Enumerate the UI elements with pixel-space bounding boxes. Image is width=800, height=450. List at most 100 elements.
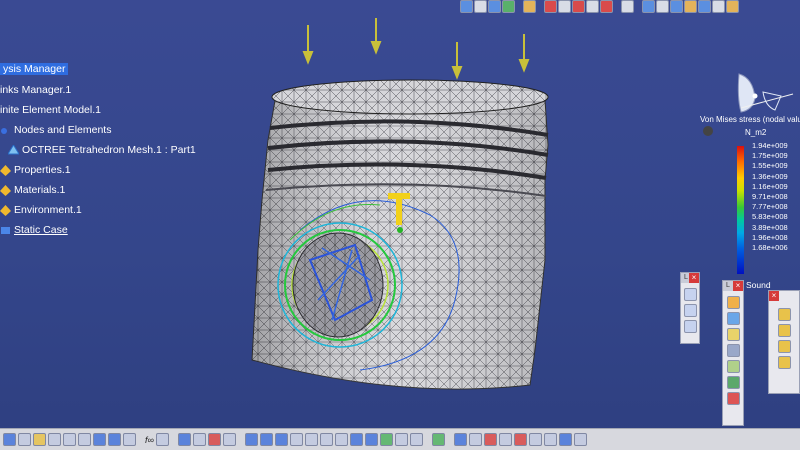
fit-all-icon[interactable]: [259, 433, 273, 446]
connection-icon[interactable]: [726, 360, 740, 373]
distributed-force-icon[interactable]: [777, 324, 791, 337]
cut-icon[interactable]: [48, 433, 61, 446]
results-icon[interactable]: [483, 433, 497, 446]
tree-item-label: Materials.1: [14, 184, 66, 196]
save-icon[interactable]: [3, 433, 16, 446]
bottom-toolbar[interactable]: f∞: [0, 428, 800, 450]
hide-show-icon[interactable]: [394, 433, 408, 446]
pressure-icon[interactable]: [777, 308, 791, 321]
tree-item-analysis-manager[interactable]: ysis Manager: [0, 63, 69, 75]
load-icon[interactable]: [726, 392, 740, 405]
fit-all-icon[interactable]: [474, 0, 487, 13]
tree-item-finite-element-model[interactable]: inite Element Model.1: [0, 104, 101, 116]
shell-property-icon[interactable]: [726, 312, 740, 325]
zoom-out-icon[interactable]: [319, 433, 333, 446]
analysis-tool-icon[interactable]: [683, 288, 697, 301]
animate-icon[interactable]: [642, 0, 655, 13]
catalog-icon[interactable]: [177, 433, 191, 446]
information-icon[interactable]: [684, 0, 697, 13]
deformation-icon[interactable]: [558, 0, 571, 13]
zoom-in-icon[interactable]: [304, 433, 318, 446]
tree-item-mesh[interactable]: OCTREE Tetrahedron Mesh.1 : Part1: [8, 144, 196, 156]
images-icon[interactable]: [544, 0, 557, 13]
multi-view-icon[interactable]: [349, 433, 363, 446]
image-icon[interactable]: [498, 433, 512, 446]
new-icon[interactable]: [33, 433, 46, 446]
stress-icon[interactable]: [572, 0, 585, 13]
report-icon[interactable]: [621, 0, 634, 13]
toolbar-handle[interactable]: L: [723, 281, 733, 291]
sound-label: Sound: [746, 280, 771, 290]
tools-icon[interactable]: [222, 433, 236, 446]
tree-item-materials[interactable]: Materials.1: [0, 184, 65, 196]
fly-icon[interactable]: [244, 433, 258, 446]
displacement-icon[interactable]: [586, 0, 599, 13]
material-icon[interactable]: [726, 344, 740, 357]
beam-property-icon[interactable]: [726, 328, 740, 341]
close-icon[interactable]: ×: [769, 291, 779, 301]
mesh-tool-icon[interactable]: [683, 304, 697, 317]
pin-hole[interactable]: [277, 222, 403, 348]
environment-icon: [0, 204, 11, 216]
compute-icon[interactable]: [523, 0, 536, 13]
sensor-icon[interactable]: [453, 433, 467, 446]
help-icon[interactable]: [123, 433, 136, 446]
tree-item-label: inks Manager.1: [0, 84, 72, 96]
redo-icon[interactable]: [108, 433, 121, 446]
normal-view-icon[interactable]: [334, 433, 348, 446]
measure-icon[interactable]: [192, 433, 206, 446]
legend-color-bar[interactable]: [737, 146, 744, 274]
tree-item-properties[interactable]: Properties.1: [0, 164, 71, 176]
amplification-icon[interactable]: [670, 0, 683, 13]
piston-mesh-scene[interactable]: [0, 0, 800, 428]
close-icon[interactable]: ×: [689, 273, 699, 283]
scan-icon[interactable]: [207, 433, 221, 446]
legend-value: 7.77e+008: [752, 202, 788, 212]
pan-icon[interactable]: [274, 433, 288, 446]
shading-icon[interactable]: [379, 433, 393, 446]
view-icon[interactable]: [460, 0, 473, 13]
swap-space-icon[interactable]: [409, 433, 423, 446]
formula-icon[interactable]: f∞: [145, 435, 154, 445]
comment-icon[interactable]: [155, 433, 169, 446]
floating-toolbar-loads[interactable]: ×: [768, 290, 800, 394]
print-icon[interactable]: [18, 433, 31, 446]
tree-item-nodes-elements[interactable]: Nodes and Elements: [0, 124, 111, 136]
undo-icon[interactable]: [93, 433, 106, 446]
compute-icon[interactable]: [468, 433, 482, 446]
floating-toolbar-properties[interactable]: L ×: [722, 280, 744, 426]
animate-icon[interactable]: [558, 433, 572, 446]
legend-value: 1.36e+009: [752, 171, 788, 181]
tree-item-environment[interactable]: Environment.1: [0, 204, 82, 216]
bearing-load-icon[interactable]: [777, 356, 791, 369]
restraint-icon[interactable]: [726, 376, 740, 389]
cut-plane-icon[interactable]: [573, 433, 587, 446]
shading-icon[interactable]: [502, 0, 515, 13]
deformation-icon[interactable]: [513, 433, 527, 446]
3d-viewport[interactable]: ysis Manager inks Manager.1 inite Elemen…: [0, 0, 800, 428]
material-icon[interactable]: [431, 433, 445, 446]
extrema-icon[interactable]: [698, 0, 711, 13]
floating-toolbar-analysis[interactable]: L ×: [680, 272, 700, 344]
close-icon[interactable]: ×: [733, 281, 743, 291]
tree-item-static-case[interactable]: Static Case: [0, 224, 68, 236]
image-layout-icon[interactable]: [712, 0, 725, 13]
stress-icon[interactable]: [528, 433, 542, 446]
sensor-icon[interactable]: [726, 0, 739, 13]
top-toolbar[interactable]: [460, 0, 739, 14]
iso-view-icon[interactable]: [364, 433, 378, 446]
rotate-icon[interactable]: [289, 433, 303, 446]
cut-plane-icon[interactable]: [656, 0, 669, 13]
piston-body[interactable]: [251, 79, 549, 390]
moment-icon[interactable]: [777, 340, 791, 353]
tree-item-links-manager[interactable]: inks Manager.1: [0, 84, 71, 96]
copy-icon[interactable]: [63, 433, 76, 446]
mesh-part-icon[interactable]: [683, 320, 697, 333]
report-icon[interactable]: [543, 433, 557, 446]
paste-icon[interactable]: [78, 433, 91, 446]
normal-view-icon[interactable]: [488, 0, 501, 13]
solid-property-icon[interactable]: [726, 296, 740, 309]
legend-value: 3.89e+008: [752, 222, 788, 232]
load-arrows[interactable]: [302, 18, 530, 80]
principal-stress-icon[interactable]: [600, 0, 613, 13]
